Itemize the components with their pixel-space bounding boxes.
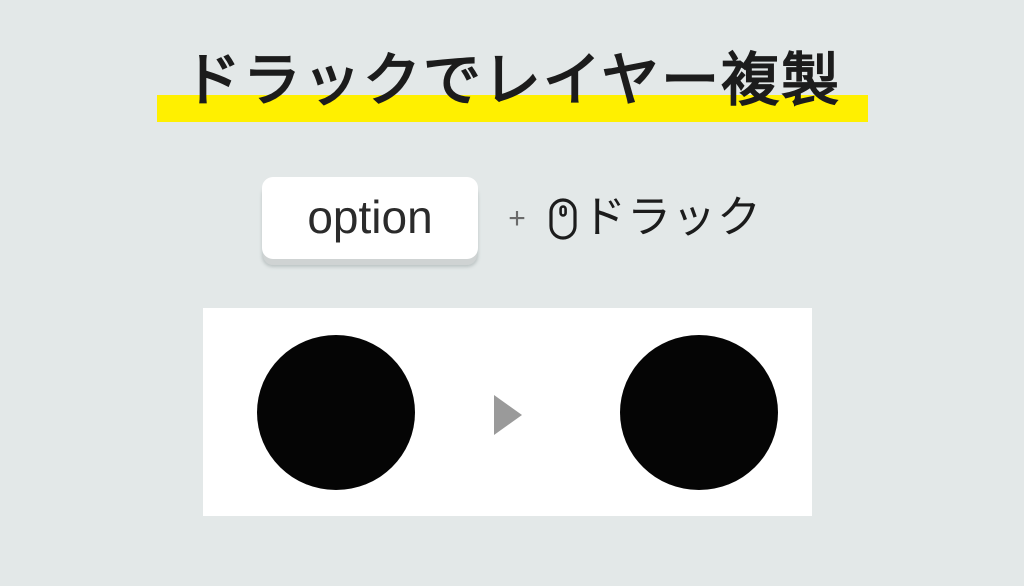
original-circle-shape[interactable] — [257, 335, 415, 490]
mouse-icon — [548, 197, 578, 241]
right-triangle-icon — [494, 395, 522, 435]
drag-label: ドラック — [582, 192, 762, 243]
shortcut-row: option + ドラック — [0, 168, 1024, 268]
illustration-panel — [203, 308, 812, 516]
option-key-label: option — [307, 191, 433, 243]
drag-action: ドラック — [548, 193, 762, 243]
option-key-cap[interactable]: option — [262, 177, 478, 259]
title-block: ドラックでレイヤー複製 — [0, 40, 1024, 132]
slide-canvas: ドラックでレイヤー複製 option + ドラック — [0, 0, 1024, 586]
duplicated-circle-shape[interactable] — [620, 335, 778, 490]
plus-separator: + — [508, 202, 526, 235]
page-title: ドラックでレイヤー複製 — [182, 46, 842, 114]
